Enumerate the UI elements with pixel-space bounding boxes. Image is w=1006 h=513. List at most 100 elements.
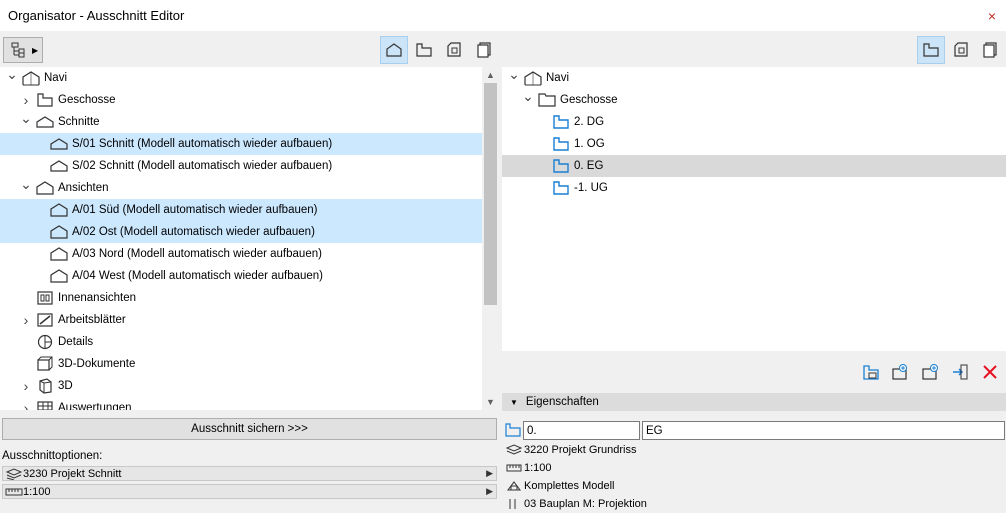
project-map-item-label: Geschosse [560, 94, 618, 106]
3d-document-icon [36, 356, 54, 372]
tree-view-dropdown[interactable]: ▶ [3, 37, 43, 63]
story-icon [36, 92, 54, 108]
view-map-item[interactable]: 3D-Dokumente [0, 353, 482, 375]
view-map-item[interactable]: ⌄ Ansichten [0, 176, 482, 199]
id-input[interactable]: 0. [523, 421, 640, 440]
chevron-right-icon[interactable]: › [20, 378, 32, 394]
section-icon [50, 158, 68, 174]
view-map-item-label: A/02 Ost (Modell automatisch wieder aufb… [72, 226, 315, 238]
caret-right-icon: ▶ [32, 45, 39, 55]
view-map-item[interactable]: › Auswertungen [0, 397, 482, 410]
view-map-item[interactable]: A/03 Nord (Modell automatisch wieder auf… [0, 243, 482, 265]
tab-layout-book[interactable] [440, 36, 468, 64]
close-icon[interactable]: × [984, 8, 1000, 24]
save-view-button[interactable]: Ausschnitt sichern >>> [2, 418, 497, 440]
publisher-icon [477, 42, 491, 58]
view-map-item[interactable]: Details [0, 331, 482, 353]
delete-button[interactable] [979, 361, 1001, 383]
view-map-item-label: Innenansichten [58, 292, 137, 304]
view-map-item[interactable]: S/01 Schnitt (Modell automatisch wieder … [0, 133, 482, 155]
collapse-triangle-icon: ▼ [510, 397, 518, 407]
chevron-down-icon[interactable]: ⌄ [508, 67, 520, 82]
story-icon [923, 43, 939, 57]
name-input[interactable]: EG [642, 421, 1005, 440]
prop-pen-set-value: 03 Bauplan M: Projektion [524, 498, 647, 510]
title-bar: Organisator - Ausschnitt Editor × [0, 0, 1006, 31]
view-map-item-label: Geschosse [58, 94, 116, 106]
view-map-item[interactable]: › 3D [0, 375, 482, 397]
project-map-actions [502, 352, 1006, 392]
view-map-item[interactable]: › Geschosse [0, 89, 482, 111]
move-button[interactable] [949, 361, 971, 383]
view-map-item[interactable]: › Arbeitsblätter [0, 309, 482, 331]
chevron-right-icon[interactable]: › [20, 400, 32, 410]
window-title: Organisator - Ausschnitt Editor [8, 8, 185, 23]
clone-folder-button[interactable] [919, 361, 941, 383]
view-map-item[interactable]: Innenansichten [0, 287, 482, 309]
chevron-down-icon[interactable]: ⌄ [20, 176, 32, 192]
view-map-item[interactable]: S/02 Schnitt (Modell automatisch wieder … [0, 155, 482, 177]
house-icon [524, 70, 542, 86]
view-map-item[interactable]: A/04 West (Modell automatisch wieder auf… [0, 265, 482, 287]
right-tab-layout-book[interactable] [947, 36, 975, 64]
left-toolbar: ▶ [0, 33, 499, 67]
view-map-item-label: Arbeitsblätter [58, 314, 126, 326]
scale-field[interactable]: 1:100 ▶ [2, 484, 497, 499]
project-map-item-label: 0. EG [574, 160, 604, 172]
tab-publisher-sets[interactable] [470, 36, 498, 64]
new-view-button[interactable] [889, 361, 911, 383]
chevron-right-icon[interactable]: › [20, 92, 32, 108]
story-icon [552, 158, 570, 174]
project-map-item[interactable]: 2. DG [502, 111, 1006, 133]
view-options-label: Ausschnittoptionen: [2, 450, 103, 462]
view-map-item[interactable]: ⌄ Navi [0, 67, 482, 89]
pen-set-icon [509, 499, 516, 509]
story-icon [552, 114, 570, 130]
view-map-item[interactable]: A/01 Süd (Modell automatisch wieder aufb… [0, 199, 482, 221]
project-map-item-label: Navi [546, 72, 570, 84]
elevation-icon [50, 224, 68, 240]
chevron-down-icon[interactable]: ⌄ [20, 110, 32, 126]
layer-combination-field[interactable]: 3230 Projekt Schnitt ▶ [2, 466, 497, 481]
view-map-item[interactable]: A/02 Ost (Modell automatisch wieder aufb… [0, 221, 482, 243]
layer-combination-icon [506, 444, 522, 455]
structure-icon [507, 481, 521, 491]
properties-id-row: 0. EG [502, 420, 1006, 442]
project-map-item[interactable]: 0. EG [502, 155, 1006, 177]
chevron-down-icon[interactable]: ⌄ [522, 88, 534, 104]
left-tree-scrollbar[interactable]: ▲ ▼ [482, 67, 499, 410]
scroll-down-icon[interactable]: ▼ [482, 394, 499, 410]
elevation-icon [50, 268, 68, 284]
tab-project-map[interactable] [410, 36, 438, 64]
new-folder-button[interactable] [860, 361, 882, 383]
scale-value: 1:100 [23, 485, 51, 498]
project-map-item-label: 1. OG [574, 138, 605, 150]
properties-title: Eigenschaften [525, 396, 599, 408]
view-map-item-label: Schnitte [58, 116, 100, 128]
right-tab-project-map[interactable] [917, 36, 945, 64]
scrollbar-thumb[interactable] [484, 83, 497, 305]
properties-header[interactable]: ▼ Eigenschaften [502, 393, 1006, 411]
view-map-item[interactable]: ⌄ Schnitte [0, 110, 482, 133]
project-map-item[interactable]: ⌄ Navi [502, 67, 1006, 89]
chevron-right-icon[interactable]: › [20, 312, 32, 328]
chevron-down-icon[interactable]: ⌄ [6, 67, 18, 82]
project-map-tree: ⌄ Navi ⌄ Geschosse 2. DG 1. OG 0. EG -1. UG [502, 67, 1006, 351]
project-map-item[interactable]: ⌄ Geschosse [502, 88, 1006, 111]
scroll-up-icon[interactable]: ▲ [482, 67, 499, 83]
organizer-window: Organisator - Ausschnitt Editor × ▶ ⌄ Na… [0, 0, 1006, 510]
caret-right-icon: ▶ [486, 486, 493, 496]
prop-structure-value: Komplettes Modell [524, 480, 615, 492]
section-icon [50, 136, 68, 152]
right-toolbar [502, 33, 1006, 67]
right-tab-publisher-sets[interactable] [976, 36, 1004, 64]
view-map-item-label: Details [58, 336, 94, 348]
elevation-icon [50, 202, 68, 218]
new-folder-icon [863, 365, 879, 380]
project-map-item[interactable]: 1. OG [502, 133, 1006, 155]
house-icon [22, 70, 40, 86]
prop-scale-value: 1:100 [524, 462, 552, 474]
tab-view-map[interactable] [380, 36, 408, 64]
delete-icon [983, 365, 997, 379]
project-map-item[interactable]: -1. UG [502, 177, 1006, 199]
